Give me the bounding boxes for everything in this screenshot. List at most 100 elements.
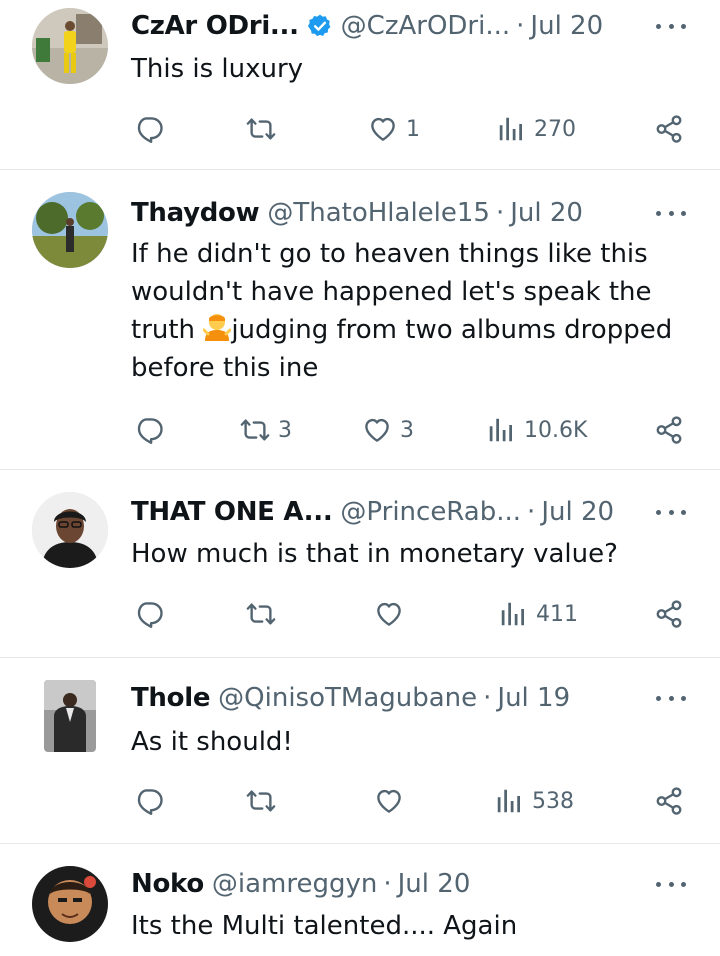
views-icon — [486, 415, 516, 445]
handle[interactable]: @ThatoHlalele15 — [267, 196, 490, 230]
share-icon — [654, 599, 684, 629]
timestamp[interactable]: Jul 20 — [398, 867, 471, 901]
tweet-header: Thole @QinisoTMagubane · Jul 19 — [131, 681, 570, 715]
tweet[interactable]: CzAr ODri... @CzArODri... · Jul 20 This … — [0, 0, 720, 170]
handle[interactable]: @iamreggyn — [212, 867, 377, 901]
separator: · — [527, 497, 536, 527]
more-icon[interactable] — [656, 693, 686, 703]
person-shrugging-emoji-icon — [202, 312, 232, 342]
action-bar: 1 270 — [0, 109, 720, 149]
tweet[interactable]: THAT ONE A... @PrinceRab... · Jul 20 How… — [0, 470, 720, 658]
heart-icon — [368, 114, 398, 144]
retweet-button[interactable] — [246, 109, 276, 149]
tweet-text: This is luxury — [131, 54, 304, 84]
views-button[interactable]: 10.6K — [486, 410, 587, 450]
tweet-header: Thaydow @ThatoHlalele15 · Jul 20 — [131, 196, 583, 230]
retweet-button[interactable] — [246, 781, 276, 821]
reply-icon — [134, 786, 164, 816]
more-icon[interactable] — [656, 21, 686, 31]
separator: · — [483, 683, 492, 713]
display-name[interactable]: Noko — [131, 867, 204, 901]
handle[interactable]: @QinisoTMagubane — [218, 681, 477, 715]
action-bar: 411 — [0, 594, 720, 634]
share-icon — [654, 415, 684, 445]
share-button[interactable] — [654, 109, 684, 149]
more-icon[interactable] — [656, 879, 686, 889]
handle[interactable]: @PrinceRab... — [340, 495, 521, 529]
display-name[interactable]: Thole — [131, 681, 210, 715]
heart-icon — [362, 415, 392, 445]
share-button[interactable] — [654, 594, 684, 634]
tweet-header: Noko @iamreggyn · Jul 20 — [131, 867, 470, 901]
avatar[interactable] — [32, 192, 108, 268]
more-icon[interactable] — [656, 208, 686, 218]
reply-icon — [134, 415, 164, 445]
tweet-header: THAT ONE A... @PrinceRab... · Jul 20 — [131, 495, 614, 529]
tweet-header: CzAr ODri... @CzArODri... · Jul 20 — [131, 9, 603, 43]
separator: · — [516, 11, 525, 41]
avatar[interactable] — [32, 8, 108, 84]
text-line: wouldn't have happened let's speak the — [131, 277, 652, 307]
tweet[interactable]: Thaydow @ThatoHlalele15 · Jul 20 If he d… — [0, 170, 720, 470]
views-button[interactable]: 411 — [498, 594, 578, 634]
avatar[interactable] — [32, 866, 108, 942]
timestamp[interactable]: Jul 20 — [541, 495, 614, 529]
retweet-icon — [246, 786, 276, 816]
like-count: 1 — [406, 116, 420, 142]
separator: · — [383, 869, 392, 899]
separator: · — [495, 198, 505, 228]
tweet[interactable]: Thole @QinisoTMagubane · Jul 19 As it sh… — [0, 658, 720, 844]
handle[interactable]: @CzArODri... — [341, 9, 510, 43]
retweet-icon — [246, 599, 276, 629]
avatar[interactable] — [32, 492, 108, 568]
action-bar: 3 3 10.6K — [0, 410, 720, 450]
reply-icon — [134, 114, 164, 144]
reply-icon — [134, 599, 164, 629]
text-line: truth — [131, 315, 196, 345]
like-count: 3 — [400, 417, 414, 443]
share-button[interactable] — [654, 410, 684, 450]
reply-button[interactable] — [134, 781, 164, 821]
retweet-button[interactable] — [246, 594, 276, 634]
share-icon — [654, 114, 684, 144]
verified-badge-icon — [307, 13, 333, 39]
avatar[interactable] — [44, 680, 96, 752]
reply-button[interactable] — [134, 594, 164, 634]
like-button[interactable] — [374, 594, 404, 634]
like-button[interactable]: 1 — [368, 109, 420, 149]
timestamp[interactable]: Jul 20 — [530, 9, 603, 43]
reply-button[interactable] — [134, 410, 164, 450]
retweet-count: 3 — [278, 417, 292, 443]
retweet-icon — [246, 114, 276, 144]
timestamp[interactable]: Jul 19 — [497, 681, 570, 715]
like-button[interactable] — [374, 781, 404, 821]
reply-feed: CzAr ODri... @CzArODri... · Jul 20 This … — [0, 0, 720, 956]
action-bar: 538 — [0, 781, 720, 821]
timestamp[interactable]: Jul 20 — [510, 196, 583, 230]
text-line: If he didn't go to heaven things like th… — [131, 239, 648, 269]
reply-button[interactable] — [134, 109, 164, 149]
views-button[interactable]: 270 — [496, 109, 576, 149]
views-icon — [494, 786, 524, 816]
view-count: 538 — [532, 788, 574, 814]
retweet-button[interactable]: 3 — [240, 410, 292, 450]
display-name[interactable]: CzAr ODri... — [131, 9, 299, 43]
tweet-text: Its the Multi talented.... Again — [131, 911, 518, 941]
views-icon — [496, 114, 526, 144]
text-line: before this ine — [131, 353, 319, 383]
display-name[interactable]: Thaydow — [131, 196, 260, 230]
share-icon — [654, 786, 684, 816]
view-count: 270 — [534, 116, 576, 142]
view-count: 10.6K — [524, 417, 588, 443]
share-button[interactable] — [654, 781, 684, 821]
more-icon[interactable] — [656, 507, 686, 517]
text-line: judging from two albums dropped — [231, 315, 673, 345]
views-button[interactable]: 538 — [494, 781, 574, 821]
tweet-text: As it should! — [131, 727, 293, 757]
view-count: 411 — [536, 601, 578, 627]
retweet-icon — [240, 415, 270, 445]
tweet-text: How much is that in monetary value? — [131, 539, 618, 569]
like-button[interactable]: 3 — [362, 410, 414, 450]
display-name[interactable]: THAT ONE A... — [131, 495, 333, 529]
tweet[interactable]: Noko @iamreggyn · Jul 20 Its the Multi t… — [0, 844, 720, 956]
